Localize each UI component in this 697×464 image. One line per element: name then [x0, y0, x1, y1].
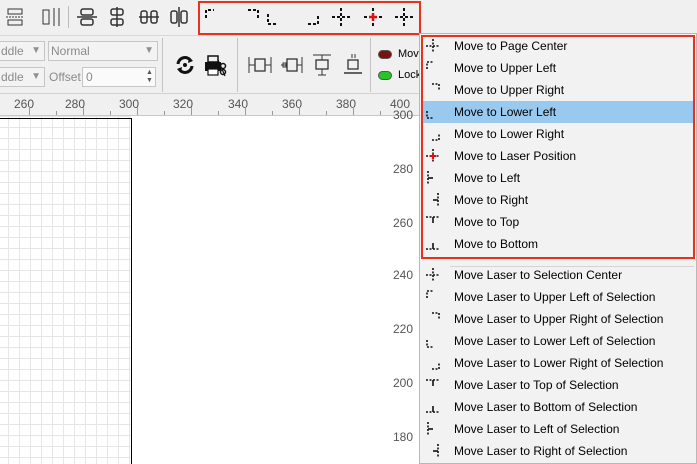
toolbar-separator — [237, 38, 238, 92]
ruler-tick — [299, 107, 300, 115]
size-width-icon[interactable] — [247, 52, 273, 78]
ruler-tick — [326, 111, 327, 115]
vertical-ruler-label: 280 — [393, 162, 414, 176]
menu-item[interactable]: Move Laser to Upper Right of Selection — [421, 308, 695, 330]
ruler-tick — [272, 111, 273, 115]
distribute-vertical-icon[interactable] — [4, 6, 26, 28]
ruler-tick — [353, 107, 354, 115]
ruler-tick — [56, 111, 57, 115]
menu-item[interactable]: Move Laser to Lower Right of Selection — [421, 352, 695, 374]
menu-item[interactable]: Move Laser to Left of Selection — [421, 418, 695, 440]
font-style-combo-value: Normal — [51, 44, 90, 58]
work-area-blank[interactable] — [131, 116, 420, 464]
toolbar-separator — [68, 6, 69, 28]
menu-item-label: Move Laser to Upper Left of Selection — [454, 290, 656, 304]
menu-item[interactable]: Move Laser to Top of Selection — [421, 374, 695, 396]
ruler-tick — [218, 111, 219, 115]
move-switch-label: Mov — [398, 48, 419, 60]
move-switch[interactable] — [378, 50, 392, 59]
page-border — [0, 118, 132, 119]
offset-input[interactable]: 0 ▲ ▼ — [82, 67, 156, 87]
align-lower-left-icon — [425, 333, 441, 349]
ruler-tick — [110, 111, 111, 115]
menu-item[interactable]: Move Laser to Selection Center — [421, 264, 695, 286]
menu-item-label: Move Laser to Top of Selection — [454, 378, 619, 392]
ruler-label: 260 — [14, 97, 35, 111]
size-drop-icon[interactable] — [340, 52, 366, 78]
menu-item-label: Move Laser to Bottom of Selection — [454, 400, 638, 414]
ruler-tick — [29, 107, 30, 115]
menu-item-label: Move Laser to Lower Left of Selection — [454, 334, 656, 348]
menu-item[interactable]: Move Laser to Bottom of Selection — [421, 396, 695, 418]
toolbar-highlight-box — [198, 1, 421, 35]
font-align-combo-value: ddle — [1, 44, 24, 58]
print-cut-icon[interactable] — [202, 52, 228, 78]
menu-item-label: Move Laser to Right of Selection — [454, 444, 628, 458]
size-same-icon[interactable] — [309, 52, 335, 78]
offset-value: 0 — [86, 70, 93, 84]
align-upper-left-icon — [425, 289, 441, 305]
align-left-icon — [425, 421, 441, 437]
menu-item[interactable]: Move Laser to Right of Selection — [421, 440, 695, 462]
alignment-toolbar — [0, 0, 697, 36]
size-height-icon[interactable] — [278, 52, 304, 78]
properties-toolbar: ddle ▼ Normal ▼ ddle ▼ Offset 0 ▲ ▼ Mov Lock — [0, 36, 422, 94]
chevron-down-icon: ▼ — [31, 45, 41, 56]
ruler-tick — [191, 107, 192, 115]
valign-combo-value: ddle — [1, 70, 24, 84]
ruler-tick — [137, 107, 138, 115]
offset-label: Offset — [49, 70, 81, 84]
menu-item-label: Move Laser to Left of Selection — [454, 422, 620, 436]
menu-item[interactable]: Move Laser to Lower Left of Selection — [421, 330, 695, 352]
align-top-icon — [425, 377, 441, 393]
vertical-ruler-label: 300 — [393, 108, 414, 122]
ruler-tick — [83, 107, 84, 115]
align-right-icon — [425, 443, 441, 459]
align-upper-right-icon — [425, 311, 441, 327]
ruler-tick — [164, 111, 165, 115]
lock-switch-label: Lock — [398, 69, 422, 81]
distribute-vertical-spacing-icon[interactable] — [40, 6, 62, 28]
ruler-tick — [380, 111, 381, 115]
spinner-arrows-icon[interactable]: ▲ ▼ — [145, 69, 154, 85]
refresh-icon[interactable] — [172, 52, 198, 78]
menu-highlight-box — [421, 35, 695, 259]
chevron-down-icon: ▼ — [31, 71, 41, 82]
align-center-icon — [425, 267, 441, 283]
toolbar-separator — [370, 38, 371, 92]
vertical-ruler-label: 240 — [393, 268, 414, 282]
valign-combo[interactable]: ddle ▼ — [0, 67, 45, 87]
align-bottom-icon — [425, 399, 441, 415]
align-horizontal-center-icon[interactable] — [76, 6, 98, 28]
menu-item-label: Move Laser to Lower Right of Selection — [454, 356, 664, 370]
menu-item-label: Move Laser to Selection Center — [454, 268, 623, 282]
toolbar-separator — [162, 38, 163, 92]
vertical-ruler-label: 180 — [393, 430, 414, 444]
menu-item-label: Move Laser to Upper Right of Selection — [454, 312, 664, 326]
align-centers-icon[interactable] — [138, 6, 160, 28]
menu-item[interactable]: Move Laser to Upper Left of Selection — [421, 286, 695, 308]
page-border — [131, 118, 132, 464]
vertical-ruler-label: 200 — [393, 376, 414, 390]
ruler-tick — [245, 107, 246, 115]
font-style-combo[interactable]: Normal ▼ — [48, 41, 158, 61]
chevron-down-icon: ▼ — [144, 45, 154, 56]
font-align-combo[interactable]: ddle ▼ — [0, 41, 45, 61]
lock-switch[interactable] — [378, 71, 392, 80]
align-lower-right-icon — [425, 355, 441, 371]
align-vertical-center-icon[interactable] — [106, 6, 128, 28]
align-middles-icon[interactable] — [168, 6, 190, 28]
vertical-ruler-label: 220 — [393, 322, 414, 336]
vertical-ruler-label: 260 — [393, 216, 414, 230]
